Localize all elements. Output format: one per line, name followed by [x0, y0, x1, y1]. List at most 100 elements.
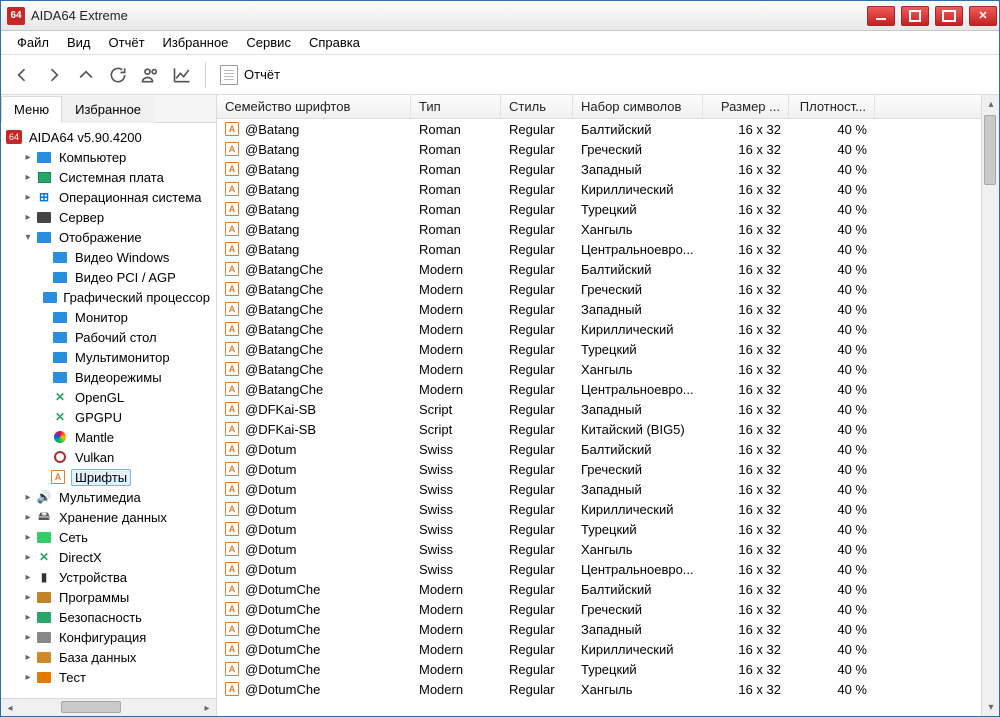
tree-item[interactable]: Мультимонитор — [1, 347, 216, 367]
tree-item[interactable]: ▸🔊Мультимедиа — [1, 487, 216, 507]
menu-favorites[interactable]: Избранное — [155, 33, 237, 52]
maximize-button[interactable] — [935, 6, 963, 26]
tree-item[interactable]: ▸Системная плата — [1, 167, 216, 187]
back-button[interactable] — [7, 60, 37, 90]
tree-item[interactable]: ▸Тест — [1, 667, 216, 687]
main-panel: Семейство шрифтов Тип Стиль Набор символ… — [217, 95, 999, 716]
table-row[interactable]: A@DFKai-SBScriptRegularЗападный16 x 3240… — [217, 399, 981, 419]
sidebar-hscroll[interactable]: ◂ ▸ — [1, 698, 216, 716]
close-button[interactable] — [969, 6, 997, 26]
scroll-up-icon[interactable]: ▴ — [982, 95, 1000, 113]
tree-item[interactable]: Рабочий стол — [1, 327, 216, 347]
tree[interactable]: 64AIDA64 v5.90.4200▸Компьютер▸Системная … — [1, 123, 216, 698]
scroll-thumb[interactable] — [61, 701, 121, 713]
tree-item[interactable]: ▸⊞Операционная система — [1, 187, 216, 207]
table-row[interactable]: A@BatangCheModernRegularЦентральноевро..… — [217, 379, 981, 399]
refresh-button[interactable] — [103, 60, 133, 90]
table-row[interactable]: A@DotumCheModernRegularХангыль16 x 3240 … — [217, 679, 981, 699]
table-row[interactable]: A@DotumSwissRegularЗападный16 x 3240 % — [217, 479, 981, 499]
table-row[interactable]: A@DotumCheModernRegularЗападный16 x 3240… — [217, 619, 981, 639]
table-row[interactable]: A@DotumSwissRegularГреческий16 x 3240 % — [217, 459, 981, 479]
table-row[interactable]: A@DotumSwissRegularТурецкий16 x 3240 % — [217, 519, 981, 539]
menu-file[interactable]: Файл — [9, 33, 57, 52]
up-button[interactable] — [71, 60, 101, 90]
grid-vscroll[interactable]: ▴ ▾ — [981, 95, 999, 716]
restore-button[interactable] — [901, 6, 929, 26]
table-row[interactable]: A@BatangRomanRegularГреческий16 x 3240 % — [217, 139, 981, 159]
table-row[interactable]: A@BatangCheModernRegularТурецкий16 x 324… — [217, 339, 981, 359]
tree-item[interactable]: Mantle — [1, 427, 216, 447]
table-row[interactable]: A@BatangCheModernRegularКириллический16 … — [217, 319, 981, 339]
col-style[interactable]: Стиль — [501, 95, 573, 118]
scroll-thumb[interactable] — [984, 115, 996, 185]
col-type[interactable]: Тип — [411, 95, 501, 118]
table-row[interactable]: A@BatangCheModernRegularЗападный16 x 324… — [217, 299, 981, 319]
tree-item[interactable]: ▸Сервер — [1, 207, 216, 227]
users-button[interactable] — [135, 60, 165, 90]
col-family[interactable]: Семейство шрифтов — [217, 95, 411, 118]
table-row[interactable]: A@DotumSwissRegularКириллический16 x 324… — [217, 499, 981, 519]
tree-item[interactable]: Видео Windows — [1, 247, 216, 267]
table-row[interactable]: A@BatangCheModernRegularХангыль16 x 3240… — [217, 359, 981, 379]
report-button-label: Отчёт — [244, 67, 280, 82]
table-row[interactable]: A@DotumSwissRegularЦентральноевро...16 x… — [217, 559, 981, 579]
tree-item[interactable]: ▸Безопасность — [1, 607, 216, 627]
table-row[interactable]: A@BatangRomanRegularТурецкий16 x 3240 % — [217, 199, 981, 219]
tree-item[interactable]: ✕OpenGL — [1, 387, 216, 407]
table-row[interactable]: A@BatangRomanRegularКириллический16 x 32… — [217, 179, 981, 199]
tree-item[interactable]: Видео PCI / AGP — [1, 267, 216, 287]
scroll-right-icon[interactable]: ▸ — [198, 699, 216, 717]
menu-help[interactable]: Справка — [301, 33, 368, 52]
col-charset[interactable]: Набор символов — [573, 95, 703, 118]
tree-item[interactable]: Видеорежимы — [1, 367, 216, 387]
grid-rows[interactable]: A@BatangRomanRegularБалтийский16 x 3240 … — [217, 119, 981, 716]
table-row[interactable]: A@BatangCheModernRegularГреческий16 x 32… — [217, 279, 981, 299]
tree-item[interactable]: ✕GPGPU — [1, 407, 216, 427]
graph-button[interactable] — [167, 60, 197, 90]
tree-item[interactable]: ▸Сеть — [1, 527, 216, 547]
tree-item[interactable]: Монитор — [1, 307, 216, 327]
tree-root[interactable]: 64AIDA64 v5.90.4200 — [1, 127, 216, 147]
col-size[interactable]: Размер ... — [703, 95, 789, 118]
toolbar: Отчёт — [1, 55, 999, 95]
tree-item[interactable]: ▸Программы — [1, 587, 216, 607]
tab-menu[interactable]: Меню — [1, 96, 62, 123]
scroll-down-icon[interactable]: ▾ — [982, 698, 1000, 716]
table-row[interactable]: A@BatangRomanRegularЦентральноевро...16 … — [217, 239, 981, 259]
table-row[interactable]: A@DotumCheModernRegularБалтийский16 x 32… — [217, 579, 981, 599]
toolbar-separator — [205, 62, 206, 88]
col-spacer — [875, 95, 981, 118]
menu-view[interactable]: Вид — [59, 33, 99, 52]
tab-favorites[interactable]: Избранное — [62, 96, 154, 123]
tree-item[interactable]: Vulkan — [1, 447, 216, 467]
table-row[interactable]: A@DotumCheModernRegularКириллический16 x… — [217, 639, 981, 659]
table-row[interactable]: A@BatangRomanRegularХангыль16 x 3240 % — [217, 219, 981, 239]
menu-report[interactable]: Отчёт — [101, 33, 153, 52]
table-row[interactable]: A@BatangRomanRegularЗападный16 x 3240 % — [217, 159, 981, 179]
tree-item[interactable]: ▸🖴Хранение данных — [1, 507, 216, 527]
tree-item[interactable]: ▸▮Устройства — [1, 567, 216, 587]
report-button[interactable]: Отчёт — [212, 61, 288, 89]
tree-item[interactable]: ▾Отображение — [1, 227, 216, 247]
table-row[interactable]: A@DotumSwissRegularБалтийский16 x 3240 % — [217, 439, 981, 459]
table-row[interactable]: A@BatangCheModernRegularБалтийский16 x 3… — [217, 259, 981, 279]
grid-header: Семейство шрифтов Тип Стиль Набор символ… — [217, 95, 981, 119]
tree-item[interactable]: ▸✕DirectX — [1, 547, 216, 567]
table-row[interactable]: A@DFKai-SBScriptRegularКитайский (BIG5)1… — [217, 419, 981, 439]
table-row[interactable]: A@DotumCheModernRegularТурецкий16 x 3240… — [217, 659, 981, 679]
sidebar-tabs: Меню Избранное — [1, 95, 216, 123]
table-row[interactable]: A@DotumCheModernRegularГреческий16 x 324… — [217, 599, 981, 619]
scroll-left-icon[interactable]: ◂ — [1, 699, 19, 717]
tree-item[interactable]: ▸Конфигурация — [1, 627, 216, 647]
minimize-button[interactable] — [867, 6, 895, 26]
tree-item[interactable]: ▸База данных — [1, 647, 216, 667]
tree-item[interactable]: ▸Компьютер — [1, 147, 216, 167]
tree-item[interactable]: AШрифты — [1, 467, 216, 487]
col-density[interactable]: Плотност... — [789, 95, 875, 118]
menu-service[interactable]: Сервис — [238, 33, 299, 52]
forward-button[interactable] — [39, 60, 69, 90]
table-row[interactable]: A@BatangRomanRegularБалтийский16 x 3240 … — [217, 119, 981, 139]
tree-item[interactable]: Графический процессор — [1, 287, 216, 307]
body: Меню Избранное 64AIDA64 v5.90.4200▸Компь… — [1, 95, 999, 716]
table-row[interactable]: A@DotumSwissRegularХангыль16 x 3240 % — [217, 539, 981, 559]
